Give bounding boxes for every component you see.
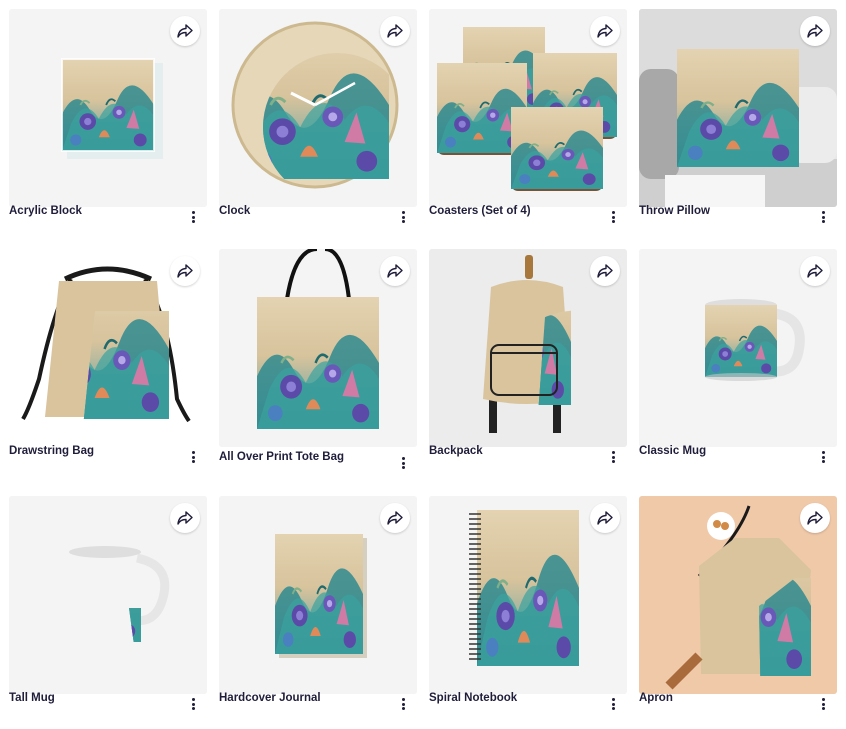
more-vertical-icon[interactable] — [819, 449, 827, 465]
share-button[interactable] — [380, 503, 410, 533]
share-arrow-icon — [387, 23, 403, 39]
share-arrow-icon — [177, 23, 193, 39]
product-card[interactable]: Spiral Notebook — [429, 496, 627, 726]
more-vertical-icon[interactable] — [399, 209, 407, 225]
share-arrow-icon — [597, 23, 613, 39]
product-title[interactable]: Drawstring Bag — [9, 445, 94, 457]
product-card[interactable]: Classic Mug — [639, 249, 837, 479]
product-title[interactable]: Hardcover Journal — [219, 692, 321, 704]
product-card[interactable]: Throw Pillow — [639, 9, 837, 239]
share-button[interactable] — [590, 16, 620, 46]
share-button[interactable] — [800, 503, 830, 533]
share-button[interactable] — [170, 16, 200, 46]
product-card[interactable]: Hardcover Journal — [219, 496, 417, 726]
product-card[interactable]: Backpack — [429, 249, 627, 479]
product-title[interactable]: Throw Pillow — [639, 205, 710, 217]
share-arrow-icon — [387, 263, 403, 279]
share-arrow-icon — [177, 510, 193, 526]
share-arrow-icon — [807, 510, 823, 526]
product-title[interactable]: Backpack — [429, 445, 483, 457]
share-button[interactable] — [800, 256, 830, 286]
share-arrow-icon — [597, 510, 613, 526]
product-title[interactable]: Classic Mug — [639, 445, 706, 457]
share-button[interactable] — [380, 256, 410, 286]
more-vertical-icon[interactable] — [189, 209, 197, 225]
product-title[interactable]: Acrylic Block — [9, 205, 82, 217]
share-arrow-icon — [387, 510, 403, 526]
product-title[interactable]: Clock — [219, 205, 250, 217]
more-vertical-icon[interactable] — [189, 449, 197, 465]
share-arrow-icon — [597, 263, 613, 279]
more-vertical-icon[interactable] — [609, 449, 617, 465]
share-button[interactable] — [590, 503, 620, 533]
more-vertical-icon[interactable] — [609, 696, 617, 712]
product-title[interactable]: Coasters (Set of 4) — [429, 205, 531, 217]
more-vertical-icon[interactable] — [399, 696, 407, 712]
share-button[interactable] — [380, 16, 410, 46]
more-vertical-icon[interactable] — [819, 696, 827, 712]
more-vertical-icon[interactable] — [609, 209, 617, 225]
product-title[interactable]: All Over Print Tote Bag — [219, 451, 344, 463]
more-vertical-icon[interactable] — [189, 696, 197, 712]
product-title[interactable]: Spiral Notebook — [429, 692, 517, 704]
share-arrow-icon — [177, 263, 193, 279]
product-card[interactable]: Apron — [639, 496, 837, 726]
product-title[interactable]: Apron — [639, 692, 673, 704]
product-card[interactable]: Tall Mug — [9, 496, 207, 726]
product-title[interactable]: Tall Mug — [9, 692, 55, 704]
share-button[interactable] — [170, 256, 200, 286]
product-card[interactable]: Coasters (Set of 4) — [429, 9, 627, 239]
product-card[interactable]: Acrylic Block — [9, 9, 207, 239]
product-card[interactable]: Drawstring Bag — [9, 249, 207, 479]
product-card[interactable]: All Over Print Tote Bag — [219, 249, 417, 479]
more-vertical-icon[interactable] — [399, 455, 407, 471]
share-arrow-icon — [807, 23, 823, 39]
share-button[interactable] — [170, 503, 200, 533]
share-button[interactable] — [800, 16, 830, 46]
product-card[interactable]: Clock — [219, 9, 417, 239]
share-arrow-icon — [807, 263, 823, 279]
more-vertical-icon[interactable] — [819, 209, 827, 225]
share-button[interactable] — [590, 256, 620, 286]
